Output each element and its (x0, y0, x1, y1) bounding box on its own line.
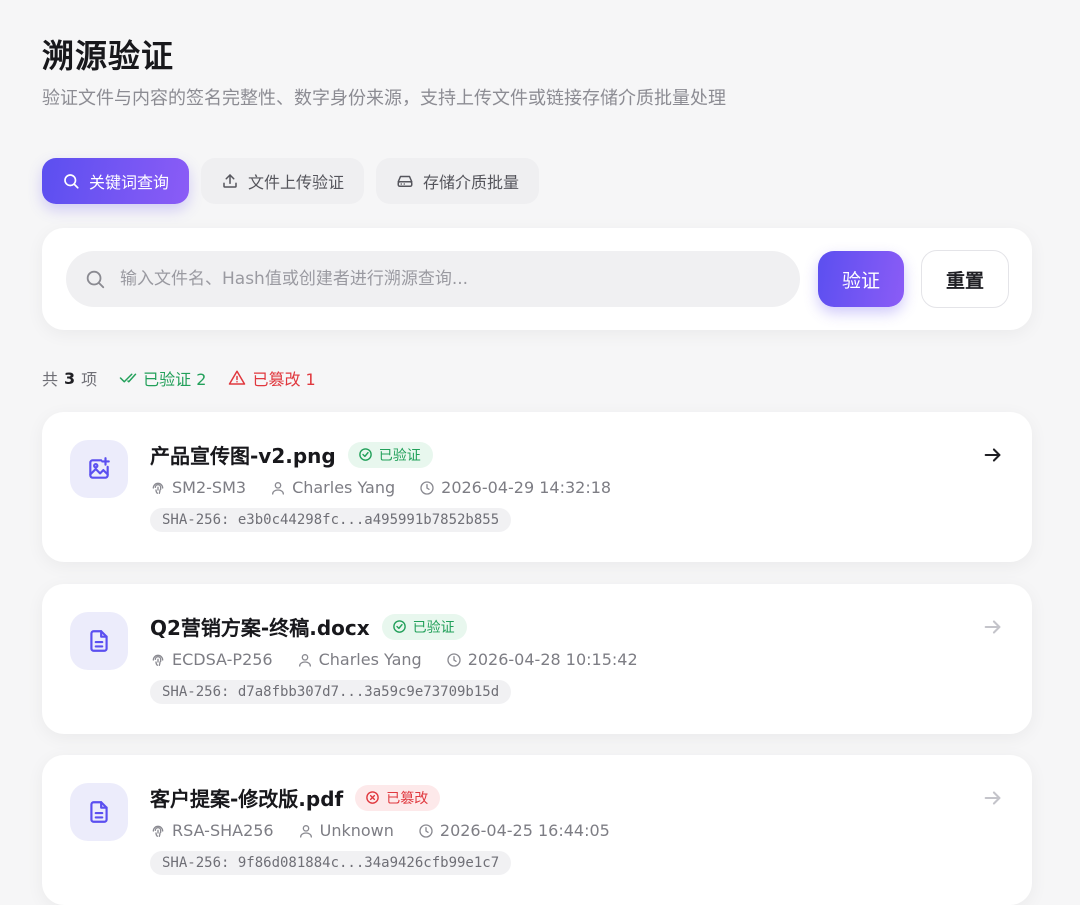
search-box[interactable] (66, 251, 800, 307)
tab-label: 存储介质批量 (423, 173, 520, 192)
upload-icon (223, 174, 237, 188)
search-icon (64, 174, 79, 189)
file-meta: ECDSA-P256 Charles Yang 2026-04-28 10:15… (150, 650, 662, 669)
tab-label: 文件上传验证 (248, 173, 345, 192)
page-title: 溯源验证 (42, 37, 175, 75)
meta-creator: Charles Yang (270, 478, 395, 497)
user-icon (272, 481, 285, 495)
status-label: 已验证 (412, 619, 455, 636)
tab-label: 关键词查询 (89, 173, 170, 192)
file-type-badge (70, 783, 128, 841)
meta-creator: Charles Yang (297, 650, 422, 669)
hash-value: SHA-256: d7a8fbb307d7...3a59c9e73709b15d (150, 680, 512, 704)
meta-algorithm: ECDSA-P256 (150, 650, 273, 669)
total-count: 3 (64, 368, 76, 388)
clock-icon (419, 823, 433, 838)
file-name: 产品宣传图-v2.png (150, 444, 336, 468)
document-icon (90, 801, 108, 823)
total-suffix: 项 (81, 370, 98, 389)
x-circle-icon (366, 791, 380, 804)
check-circle-icon (392, 620, 406, 633)
creator-value: Unknown (319, 821, 394, 840)
search-input[interactable] (120, 269, 760, 289)
status-label: 已验证 (378, 447, 421, 464)
tampered-label: 已篡改 1 (252, 370, 316, 389)
total-prefix: 共 (42, 370, 59, 389)
check-circle-icon (358, 448, 372, 461)
tampered-count: 已篡改 1 (228, 366, 316, 390)
file-name: Q2营销方案-终稿.docx (150, 616, 370, 640)
document-icon (90, 630, 108, 652)
user-icon (299, 824, 312, 838)
status-badge: 已验证 (347, 441, 433, 468)
meta-time: 2026-04-29 14:32:18 (419, 478, 611, 497)
status-badge: 已验证 (381, 613, 467, 640)
time-value: 2026-04-29 14:32:18 (441, 478, 612, 497)
name-row: 产品宣传图-v2.png 已验证 (150, 440, 433, 469)
meta-algorithm: SM2-SM3 (150, 478, 246, 497)
status-badge: 已篡改 (355, 784, 441, 811)
file-name: 客户提案-修改版.pdf (150, 787, 344, 811)
meta-time: 2026-04-25 16:44:05 (418, 821, 610, 840)
algorithm-value: RSA-SHA256 (172, 821, 274, 840)
clock-icon (420, 480, 434, 495)
fingerprint-icon (152, 482, 164, 494)
name-row: 客户提案-修改版.pdf 已篡改 (150, 783, 441, 812)
algorithm-value: ECDSA-P256 (172, 650, 273, 669)
arrow-right-icon[interactable] (982, 787, 1004, 809)
file-type-badge (70, 440, 128, 498)
creator-value: Charles Yang (318, 650, 422, 669)
status-label: 已篡改 (386, 790, 429, 807)
tab-storage-batch[interactable]: 存储介质批量 (376, 158, 540, 204)
page: 溯源验证 验证文件与内容的签名完整性、数字身份来源，支持上传文件或链接存储介质批… (42, 34, 1032, 905)
algorithm-value: SM2-SM3 (172, 478, 247, 497)
reset-button[interactable]: 重置 (921, 250, 1009, 308)
result-card[interactable]: 产品宣传图-v2.png 已验证 SM2-SM3 Charles Yang 20… (42, 412, 1032, 562)
file-meta: SM2-SM3 Charles Yang 2026-04-29 14:32:18 (150, 478, 635, 497)
image-plus-icon (89, 457, 110, 479)
time-value: 2026-04-25 16:44:05 (439, 821, 610, 840)
name-row: Q2营销方案-终稿.docx 已验证 (150, 612, 467, 641)
meta-algorithm: RSA-SHA256 (150, 821, 274, 840)
creator-value: Charles Yang (292, 478, 396, 497)
result-summary: 共 3 项 已验证 2 已篡改 1 (42, 366, 316, 390)
double-check-icon (119, 373, 137, 383)
hash-value: SHA-256: 9f86d081884c...34a9426cfb99e1c7 (150, 851, 512, 875)
fingerprint-icon (152, 825, 164, 837)
file-meta: RSA-SHA256 Unknown 2026-04-25 16:44:05 (150, 821, 634, 840)
meta-time: 2026-04-28 10:15:42 (446, 650, 638, 669)
clock-icon (447, 652, 461, 667)
arrow-right-icon[interactable] (982, 616, 1004, 638)
tab-keyword-search[interactable]: 关键词查询 (42, 158, 190, 204)
verify-button[interactable]: 验证 (818, 251, 904, 307)
meta-creator: Unknown (298, 821, 394, 840)
fingerprint-icon (152, 654, 164, 666)
search-card: 验证 重置 (42, 228, 1032, 330)
arrow-right-icon[interactable] (982, 444, 1004, 466)
file-type-badge (70, 612, 128, 670)
time-value: 2026-04-28 10:15:42 (467, 650, 638, 669)
tab-file-upload[interactable]: 文件上传验证 (201, 158, 365, 204)
search-icon (86, 270, 105, 289)
result-card[interactable]: 客户提案-修改版.pdf 已篡改 RSA-SHA256 Unknown 2026… (42, 755, 1032, 905)
page-subtitle: 验证文件与内容的签名完整性、数字身份来源，支持上传文件或链接存储介质批量处理 (42, 88, 726, 109)
hash-value: SHA-256: e3b0c44298fc...a495991b7852b855 (150, 508, 512, 532)
verified-label: 已验证 2 (143, 370, 207, 389)
mode-tabs: 关键词查询 文件上传验证 存储介质批量 (42, 158, 540, 204)
result-card[interactable]: Q2营销方案-终稿.docx 已验证 ECDSA-P256 Charles Ya… (42, 584, 1032, 734)
verified-count: 已验证 2 (119, 366, 206, 390)
warning-icon (229, 370, 246, 385)
user-icon (298, 653, 311, 667)
hard-drive-icon (397, 175, 413, 187)
